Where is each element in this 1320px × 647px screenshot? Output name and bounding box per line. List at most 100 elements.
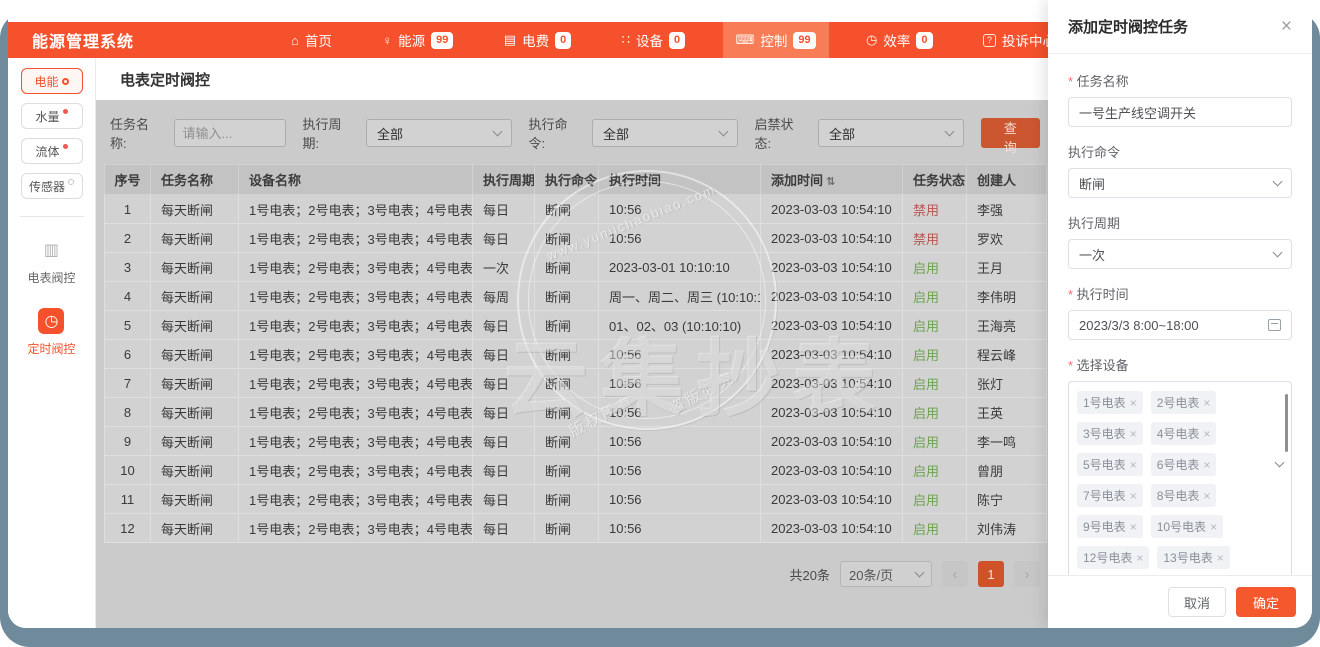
drawer-task-name-input[interactable]: 一号生产线空调开关 <box>1068 97 1292 127</box>
nav-item-fee[interactable]: ▤电费0 <box>491 22 584 58</box>
page-size-select[interactable]: 20条/页 <box>840 561 932 587</box>
table-row[interactable]: 10每天断闸1号电表；2号电表；3号电表；4号电表；5号...每日断闸10:56… <box>105 456 1047 485</box>
cell-command: 断闸 <box>535 224 599 253</box>
device-tag-label: 13号电表 <box>1163 549 1212 566</box>
sidebar-item-water[interactable]: 水量 <box>21 103 83 129</box>
task-name-input[interactable] <box>174 119 286 147</box>
sidebar-item-sensor[interactable]: 传感器 <box>21 173 83 199</box>
nav-badge: 0 <box>916 32 932 49</box>
device-tag-label: 3号电表 <box>1083 425 1126 442</box>
sidebar-item-label: 传感器 <box>29 178 65 195</box>
cell-command: 断闸 <box>535 195 599 224</box>
cell-time: 10:56 <box>599 224 761 253</box>
cell-no: 4 <box>105 282 151 311</box>
tag-remove-icon[interactable]: × <box>1130 428 1137 440</box>
tag-remove-icon[interactable]: × <box>1203 397 1210 409</box>
table-row[interactable]: 4每天断闸1号电表；2号电表；3号电表；4号电表；5号...每周断闸周一、周二、… <box>105 282 1047 311</box>
sidebar-item-meter-valve[interactable]: ▥电表阀控 <box>27 237 75 286</box>
tag-remove-icon[interactable]: × <box>1203 428 1210 440</box>
column-header: 任务状态 <box>903 165 967 195</box>
cell-creator: 李强 <box>967 195 1047 224</box>
cell-no: 7 <box>105 369 151 398</box>
scrollbar-thumb[interactable] <box>1285 394 1288 452</box>
sidebar-item-fluid[interactable]: 流体 <box>21 138 83 164</box>
meter-icon: ▥ <box>38 237 64 263</box>
cancel-button[interactable]: 取消 <box>1168 587 1226 617</box>
tag-remove-icon[interactable]: × <box>1130 521 1137 533</box>
sidebar-divider <box>20 216 84 217</box>
cell-period: 每日 <box>473 224 535 253</box>
cell-task-name: 每天断闸 <box>151 514 239 543</box>
table-row[interactable]: 7每天断闸1号电表；2号电表；3号电表；4号电表；5号...每日断闸10:562… <box>105 369 1047 398</box>
drawer-command-select[interactable]: 断闸 <box>1068 168 1292 198</box>
next-page-button[interactable]: › <box>1014 561 1040 587</box>
close-icon[interactable]: × <box>1281 17 1292 36</box>
cell-command: 断闸 <box>535 253 599 282</box>
confirm-button[interactable]: 确定 <box>1236 587 1296 617</box>
nav-item-control[interactable]: ⌨控制99 <box>723 22 829 58</box>
cell-command: 断闸 <box>535 427 599 456</box>
task-name-value: 一号生产线空调开关 <box>1079 103 1196 122</box>
table-row[interactable]: 2每天断闸1号电表；2号电表；3号电表；4号电表；5号...每日断闸10:562… <box>105 224 1047 253</box>
tag-remove-icon[interactable]: × <box>1130 459 1137 471</box>
tag-remove-icon[interactable]: × <box>1136 552 1143 564</box>
sidebar-item-power[interactable]: 电能 <box>21 68 83 94</box>
device-tag: 10号电表× <box>1151 515 1223 538</box>
chevron-down-icon <box>1273 248 1283 258</box>
table-row[interactable]: 3每天断闸1号电表；2号电表；3号电表；4号电表；5号...一次断闸2023-0… <box>105 253 1047 282</box>
tag-remove-icon[interactable]: × <box>1130 397 1137 409</box>
command-select[interactable]: 全部 <box>592 119 737 147</box>
device-tag: 3号电表 × <box>1077 422 1143 445</box>
filter-task-name-label: 任务名称: <box>110 114 165 152</box>
tag-remove-icon[interactable]: × <box>1130 490 1137 502</box>
table-row[interactable]: 5每天断闸1号电表；2号电表；3号电表；4号电表；5号...每日断闸01、02、… <box>105 311 1047 340</box>
table-row[interactable]: 9每天断闸1号电表；2号电表；3号电表；4号电表；5号...每日断闸10:562… <box>105 427 1047 456</box>
cell-added: 2023-03-03 10:54:10 <box>761 282 903 311</box>
period-select[interactable]: 全部 <box>366 119 511 147</box>
devices-icon: ∷ <box>622 32 630 48</box>
nav-item-home[interactable]: ⌂首页 <box>278 22 345 58</box>
nav-badge: 99 <box>793 32 815 49</box>
device-multiselect[interactable]: 1号电表×2号电表×3号电表×4号电表×5号电表×6号电表×7号电表×8号电表×… <box>1068 381 1292 575</box>
table-row[interactable]: 6每天断闸1号电表；2号电表；3号电表；4号电表；5号...每日断闸10:562… <box>105 340 1047 369</box>
nav-badge: 99 <box>431 32 453 49</box>
nav-item-efficiency[interactable]: ◷效率0 <box>853 22 945 58</box>
query-button[interactable]: 查询 <box>981 118 1041 148</box>
cell-no: 1 <box>105 195 151 224</box>
prev-page-button[interactable]: ‹ <box>942 561 968 587</box>
cell-task-name: 每天断闸 <box>151 340 239 369</box>
column-header: 创建人 <box>967 165 1047 195</box>
cell-task-name: 每天断闸 <box>151 369 239 398</box>
table-row[interactable]: 12每天断闸1号电表；2号电表；3号电表；4号电表；5号...每日断闸10:56… <box>105 514 1047 543</box>
drawer-time-input[interactable]: 2023/3/3 8:00~18:00 <box>1068 310 1292 340</box>
tag-remove-icon[interactable]: × <box>1210 521 1217 533</box>
cell-status: 启用 <box>903 514 967 543</box>
cell-no: 12 <box>105 514 151 543</box>
sort-icon[interactable]: ⇅ <box>826 176 835 188</box>
devices-label: 选择设备 <box>1068 355 1292 374</box>
task-name-label: 任务名称 <box>1068 71 1292 90</box>
question-bubble-icon: ? <box>983 34 996 47</box>
table-row[interactable]: 8每天断闸1号电表；2号电表；3号电表；4号电表；5号...每日断闸10:562… <box>105 398 1047 427</box>
cell-added: 2023-03-03 10:54:10 <box>761 369 903 398</box>
column-header: 添加时间⇅ <box>761 165 903 195</box>
sidebar-item-timer-valve[interactable]: ◷定时阀控 <box>27 308 75 357</box>
cell-no: 9 <box>105 427 151 456</box>
drawer-period-select[interactable]: 一次 <box>1068 239 1292 269</box>
nav-item-device[interactable]: ∷设备0 <box>609 22 698 58</box>
cell-creator: 程云峰 <box>967 340 1047 369</box>
device-tag: 8号电表× <box>1151 484 1217 507</box>
tag-remove-icon[interactable]: × <box>1203 490 1210 502</box>
current-page-button[interactable]: 1 <box>978 561 1004 587</box>
filter-status-label: 启禁状态: <box>755 114 810 152</box>
cell-devices: 1号电表；2号电表；3号电表；4号电表；5号... <box>239 398 473 427</box>
tag-remove-icon[interactable]: × <box>1203 459 1210 471</box>
status-select[interactable]: 全部 <box>818 119 963 147</box>
table-row[interactable]: 1每天断闸1号电表；2号电表；3号电表；4号电表；5号...每日断闸10:562… <box>105 195 1047 224</box>
cell-command: 断闸 <box>535 311 599 340</box>
task-table: 序号任务名称设备名称执行周期执行命令执行时间添加时间⇅任务状态创建人 1每天断闸… <box>104 164 1047 543</box>
table-row[interactable]: 11每天断闸1号电表；2号电表；3号电表；4号电表；5号...每日断闸10:56… <box>105 485 1047 514</box>
cell-status: 禁用 <box>903 195 967 224</box>
tag-remove-icon[interactable]: × <box>1217 552 1224 564</box>
nav-item-energy[interactable]: ♀能源99 <box>369 22 466 58</box>
